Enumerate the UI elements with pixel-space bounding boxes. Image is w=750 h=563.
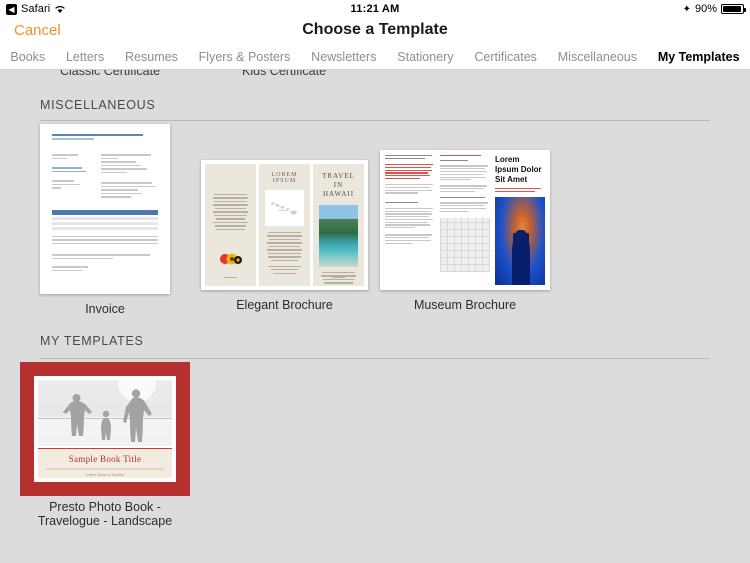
clipped-caption-kids-certificate: Kids Certificate	[242, 70, 327, 78]
page-title: Choose a Template	[302, 21, 448, 38]
bluetooth-icon: ✦	[682, 3, 691, 15]
template-caption-museum-brochure: Museum Brochure	[413, 298, 517, 312]
template-item-invoice[interactable]: Invoice	[40, 124, 170, 316]
tab-newsletters[interactable]: Newsletters	[301, 50, 387, 64]
tab-flyers-posters[interactable]: Flyers & Posters	[188, 50, 301, 64]
section-header-miscellaneous: MISCELLANEOUS	[40, 98, 156, 112]
template-item-elegant-brochure[interactable]: LOREM IPSUM TRAVEL IN HAWAII Elegant Bro…	[201, 160, 368, 312]
museum-brochure-preview: Lorem Ipsum Dolor Sit Amet	[380, 150, 550, 290]
tab-certificates[interactable]: Certificates	[464, 50, 547, 64]
clipped-captions-row: Classic Certificate Kids Certificate	[0, 70, 750, 84]
template-caption-elegant-brochure: Elegant Brochure	[236, 298, 333, 312]
silhouette-figures	[63, 389, 152, 442]
section-divider-my-templates	[40, 358, 710, 359]
tab-stationery[interactable]: Stationery	[387, 50, 464, 64]
flower-illustration	[218, 251, 244, 270]
brochure-right-title: TRAVEL IN HAWAII	[322, 172, 355, 198]
template-caption-invoice: Invoice	[85, 302, 125, 316]
selected-template-frame[interactable]: Sample Book Title Author Name or Subtitl…	[20, 362, 190, 496]
museum-panel-left	[385, 155, 435, 285]
hawaii-map-image	[265, 190, 304, 226]
status-bar-clock: 11:21 AM	[350, 3, 400, 15]
photo-book-subtitle: Author Name or Subtitle	[85, 473, 125, 477]
museum-hand-photo	[495, 196, 545, 285]
template-thumbnail-elegant-brochure[interactable]: LOREM IPSUM TRAVEL IN HAWAII	[201, 160, 368, 290]
template-scroll-area[interactable]: Classic Certificate Kids Certificate MIS…	[0, 70, 750, 563]
brochure-panel-left	[205, 164, 256, 286]
brochure-panel-right: TRAVEL IN HAWAII	[313, 164, 364, 286]
template-item-museum-brochure[interactable]: Lorem Ipsum Dolor Sit Amet Museum Brochu…	[380, 150, 550, 312]
museum-right-title: Lorem Ipsum Dolor Sit Amet	[495, 155, 542, 184]
presto-photo-book-preview: Sample Book Title Author Name or Subtitl…	[34, 376, 176, 482]
brochure-middle-title: LOREM IPSUM	[271, 172, 298, 184]
brochure-panel-middle: LOREM IPSUM	[259, 164, 310, 286]
status-bar: ◀ Safari 11:21 AM ✦ 90%	[0, 0, 750, 18]
template-thumbnail-museum-brochure[interactable]: Lorem Ipsum Dolor Sit Amet	[380, 150, 550, 290]
beach-silhouette-photo	[38, 380, 172, 446]
elegant-brochure-preview: LOREM IPSUM TRAVEL IN HAWAII	[201, 160, 368, 290]
battery-icon	[721, 4, 746, 14]
invoice-preview	[40, 124, 170, 294]
hawaii-coast-photo	[319, 205, 358, 267]
photo-book-title: Sample Book Title	[68, 454, 142, 464]
template-caption-presto-photo-book: Presto Photo Book - Travelogue - Landsca…	[37, 500, 173, 528]
tab-letters[interactable]: Letters	[56, 50, 115, 64]
ipad-screen: ◀ Safari 11:21 AM ✦ 90% Cancel Choose a …	[0, 0, 750, 563]
tab-miscellaneous[interactable]: Miscellaneous	[547, 50, 647, 64]
section-header-my-templates: MY TEMPLATES	[40, 334, 144, 348]
museum-panel-right: Lorem Ipsum Dolor Sit Amet	[495, 155, 545, 285]
template-category-tabs: Books Letters Resumes Flyers & Posters N…	[0, 44, 750, 70]
tab-resumes[interactable]: Resumes	[115, 50, 189, 64]
museum-grid-graphic	[440, 217, 490, 272]
tab-my-templates[interactable]: My Templates	[647, 50, 750, 64]
template-thumbnail-invoice[interactable]	[40, 124, 170, 294]
clipped-caption-classic-certificate: Classic Certificate	[60, 70, 161, 78]
section-divider-miscellaneous	[40, 120, 710, 121]
museum-panel-middle	[440, 155, 490, 285]
status-bar-right: ✦ 90%	[682, 3, 746, 15]
battery-percent-label: 90%	[694, 3, 717, 15]
photo-book-title-band: Sample Book Title Author Name or Subtitl…	[38, 448, 172, 478]
navigation-bar: Cancel Choose a Template	[0, 18, 750, 44]
tab-books[interactable]: Books	[0, 50, 56, 64]
